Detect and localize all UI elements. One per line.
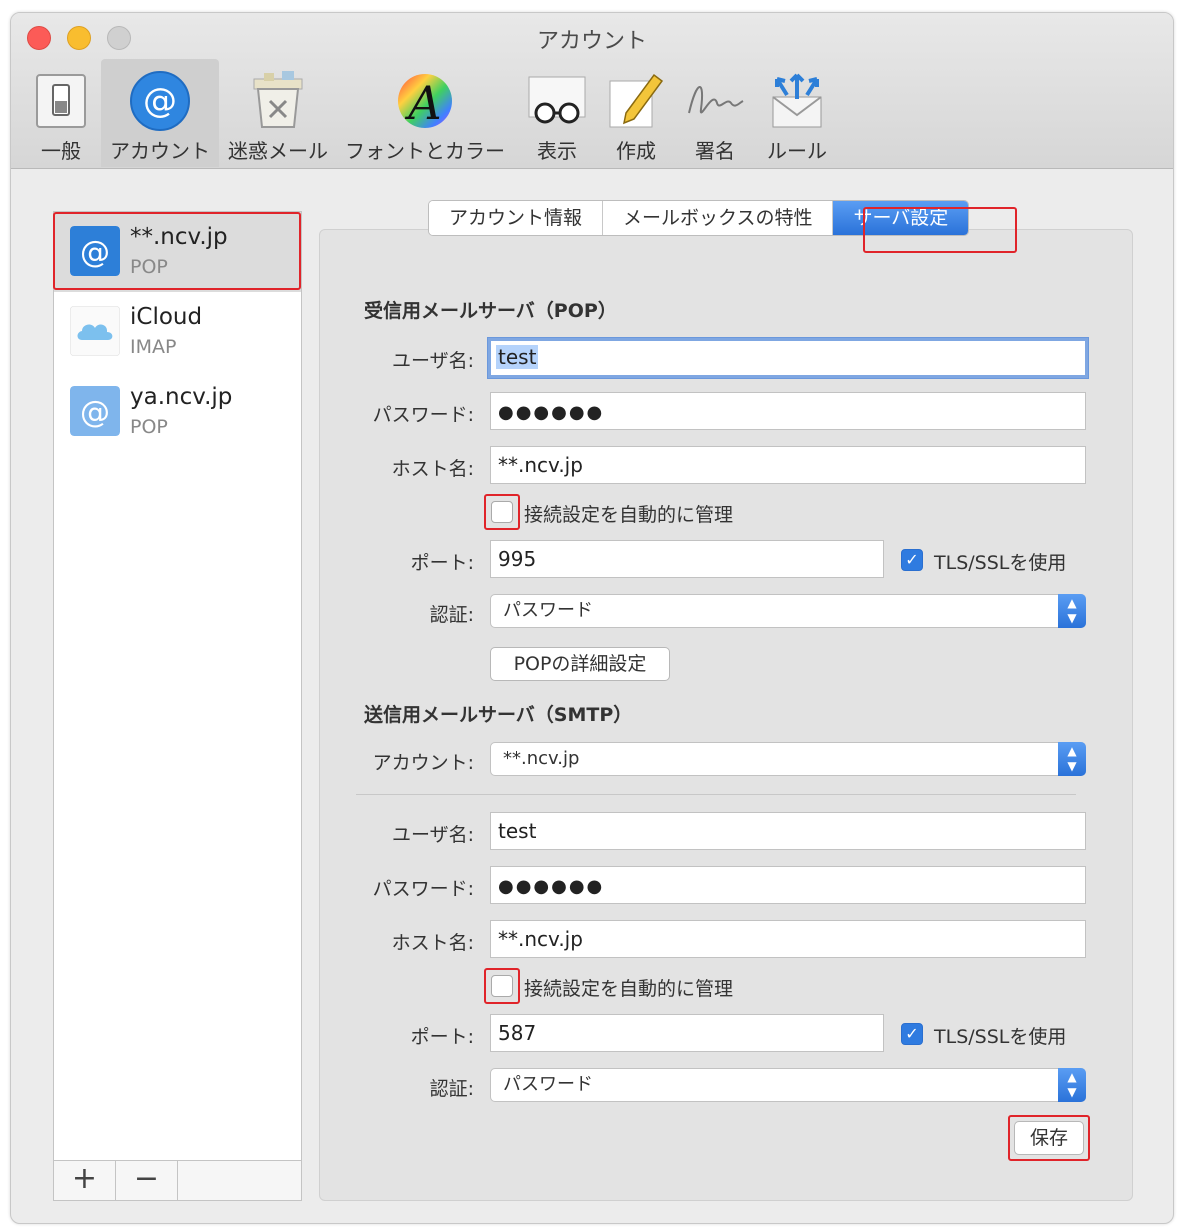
incoming-host-input[interactable]: **.ncv.jp: [490, 446, 1086, 484]
incoming-port-label: ポート:: [410, 552, 474, 574]
trash-icon: [253, 71, 303, 128]
font-color-icon: A: [398, 74, 452, 130]
incoming-port-input[interactable]: 995: [490, 540, 884, 578]
switch-icon: [36, 74, 86, 128]
save-button[interactable]: 保存: [1014, 1121, 1084, 1155]
incoming-tls-label: TLS/SSLを使用: [934, 552, 1067, 574]
outgoing-auth-select[interactable]: パスワード ▲ ▼: [490, 1068, 1086, 1102]
incoming-host-label: ホスト名:: [391, 458, 474, 480]
incoming-tls-checkbox[interactable]: ✓: [901, 549, 923, 571]
chevron-updown-icon: ▲ ▼: [1058, 594, 1086, 628]
title-bar: アカウント 一般 @ アカウント 迷惑メール A フォントとカラー 表示 作成 …: [11, 13, 1173, 169]
pencil-icon: [609, 73, 664, 128]
outgoing-section-title: 送信用メールサーバ（SMTP）: [364, 704, 633, 726]
chevron-updown-icon: ▲ ▼: [1058, 1068, 1086, 1102]
incoming-username-input[interactable]: test: [488, 338, 1088, 378]
incoming-password-label: パスワード:: [372, 404, 474, 426]
outgoing-host-input[interactable]: **.ncv.jp: [490, 920, 1086, 958]
outgoing-auth-label: 認証:: [429, 1078, 474, 1100]
outgoing-tls-label: TLS/SSLを使用: [934, 1026, 1067, 1048]
remove-account-button[interactable]: −: [116, 1161, 178, 1200]
accounts-list: @ **.ncv.jp POP iCloud IMAP @ ya.ncv.jp …: [53, 211, 302, 1201]
at-sign-icon: @: [70, 386, 120, 436]
incoming-auth-select[interactable]: パスワード ▲ ▼: [490, 594, 1086, 628]
glasses-icon: [528, 76, 586, 124]
tab-server-settings[interactable]: サーバ設定: [833, 201, 969, 235]
outgoing-password-label: パスワード:: [372, 878, 474, 900]
add-account-button[interactable]: +: [54, 1161, 116, 1200]
svg-text:A: A: [404, 76, 441, 130]
incoming-auto-manage-checkbox[interactable]: [491, 501, 513, 523]
svg-text:@: @: [143, 81, 177, 121]
outgoing-username-input[interactable]: test: [490, 812, 1086, 850]
incoming-section-title: 受信用メールサーバ（POP）: [364, 300, 617, 322]
outgoing-username-label: ユーザ名:: [391, 824, 474, 846]
toolbar-rules[interactable]: ルール: [759, 59, 835, 167]
outgoing-port-input[interactable]: 587: [490, 1014, 884, 1052]
outgoing-port-label: ポート:: [410, 1026, 474, 1048]
svg-text:@: @: [80, 235, 110, 270]
chevron-updown-icon: ▲ ▼: [1058, 742, 1086, 776]
toolbar-signatures[interactable]: 署名: [679, 59, 751, 167]
at-sign-icon: @: [70, 226, 120, 276]
cloud-icon: [70, 306, 120, 356]
incoming-username-label: ユーザ名:: [391, 350, 474, 372]
rules-icon: [772, 73, 822, 128]
tab-account-info[interactable]: アカウント情報: [429, 201, 604, 235]
at-sign-icon: @: [130, 71, 190, 131]
toolbar-composing[interactable]: 作成: [601, 59, 671, 167]
outgoing-account-select[interactable]: **.ncv.jp ▲ ▼: [490, 742, 1086, 776]
tab-mailbox-behaviors[interactable]: メールボックスの特性: [603, 201, 834, 235]
outgoing-password-input[interactable]: ●●●●●●: [490, 866, 1086, 904]
window-title: アカウント: [536, 29, 647, 54]
toolbar-viewing[interactable]: 表示: [519, 59, 595, 167]
outgoing-tls-checkbox[interactable]: ✓: [901, 1023, 923, 1045]
outgoing-auto-manage-label: 接続設定を自動的に管理: [524, 978, 734, 1000]
outgoing-host-label: ホスト名:: [391, 932, 474, 954]
toolbar-general[interactable]: 一般: [25, 59, 97, 167]
settings-tabs: アカウント情報 メールボックスの特性 サーバ設定: [428, 200, 970, 236]
svg-text:@: @: [80, 395, 110, 430]
toolbar-junk-mail[interactable]: 迷惑メール: [223, 59, 333, 167]
incoming-password-input[interactable]: ●●●●●●: [490, 392, 1086, 430]
signature-icon: [688, 86, 744, 114]
incoming-auth-label: 認証:: [429, 604, 474, 626]
outgoing-account-label: アカウント:: [372, 752, 474, 774]
account-item-ncv[interactable]: @ **.ncv.jp POP: [54, 212, 301, 292]
outgoing-auto-manage-checkbox[interactable]: [491, 975, 513, 997]
pop-advanced-button[interactable]: POPの詳細設定: [490, 647, 670, 681]
toolbar-accounts[interactable]: @ アカウント: [101, 59, 219, 167]
sidebar-footer: + −: [54, 1160, 301, 1200]
divider: [356, 794, 1076, 795]
toolbar-fonts-colors[interactable]: A フォントとカラー: [341, 59, 509, 167]
account-item-icloud[interactable]: iCloud IMAP: [54, 292, 301, 372]
account-item-ya-ncv[interactable]: @ ya.ncv.jp POP: [54, 372, 301, 452]
incoming-auto-manage-label: 接続設定を自動的に管理: [524, 504, 734, 526]
